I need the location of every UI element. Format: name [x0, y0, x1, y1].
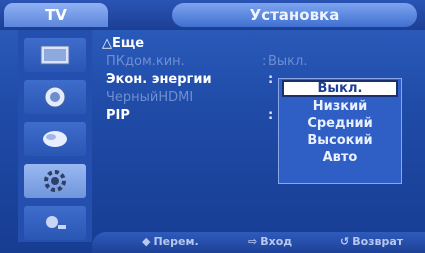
pc-home-label: ПКдом.кин. — [106, 54, 185, 69]
black-hdmi-item[interactable]: ЧерныйHDMI — [106, 90, 193, 105]
move-hint-label: Перем. — [153, 235, 199, 248]
picture-icon — [40, 45, 70, 65]
option-off[interactable]: Выкл. — [282, 80, 398, 97]
sidebar-item-sound[interactable] — [24, 80, 86, 114]
menu-title-label: Установка — [249, 6, 340, 24]
pip-colon: : — [268, 108, 274, 123]
tv-tab-label: TV — [45, 6, 67, 24]
footer-hints: ◆ Перем. ⇨ Вход ↺ Возврат — [92, 232, 425, 253]
sidebar — [18, 30, 92, 242]
return-hint-label: Возврат — [352, 235, 404, 248]
sidebar-item-setup[interactable] — [24, 164, 86, 198]
energy-saving-label: Экон. энергии — [106, 72, 212, 87]
up-triangle-icon: △ — [102, 36, 112, 51]
move-icon: ◆ — [142, 235, 151, 248]
sound-icon — [44, 86, 66, 108]
input-icon — [46, 216, 66, 229]
option-auto[interactable]: Авто — [279, 149, 401, 166]
menu-title: Установка — [172, 3, 417, 27]
pip-item[interactable]: PIP — [106, 108, 130, 123]
tv-tab[interactable]: TV — [4, 3, 108, 27]
move-hint: ◆ Перем. — [142, 235, 199, 248]
pc-home-item[interactable]: ПКдом.кин. — [106, 54, 185, 69]
channel-icon — [43, 131, 67, 147]
pip-label: PIP — [106, 108, 130, 123]
pc-home-colon: : — [262, 54, 267, 69]
enter-icon: ⇨ — [248, 235, 258, 248]
sidebar-item-channel[interactable] — [24, 122, 86, 156]
more-item[interactable]: △Еще — [102, 36, 144, 51]
more-label: Еще — [112, 36, 145, 51]
energy-saving-item[interactable]: Экон. энергии — [106, 72, 212, 87]
enter-hint: ⇨ Вход — [248, 235, 292, 248]
setup-icon — [44, 170, 66, 192]
option-medium[interactable]: Средний — [279, 115, 401, 132]
energy-saving-colon: : — [268, 72, 274, 87]
tv-osd-screen: TV Установка △Еще ПКдом.кин.: Выкл. Эко… — [0, 0, 425, 253]
option-high[interactable]: Высокий — [279, 132, 401, 149]
option-low[interactable]: Низкий — [279, 98, 401, 115]
top-bar: TV Установка — [0, 0, 425, 30]
pc-home-value: Выкл. — [268, 54, 308, 69]
return-icon: ↺ — [340, 235, 350, 248]
return-hint: ↺ Возврат — [340, 235, 403, 248]
sidebar-item-picture[interactable] — [24, 38, 86, 72]
sidebar-item-input[interactable] — [24, 206, 86, 240]
black-hdmi-label: ЧерныйHDMI — [106, 90, 194, 105]
energy-saving-dropdown[interactable]: Выкл. Низкий Средний Высокий Авто — [278, 78, 402, 184]
enter-hint-label: Вход — [260, 235, 293, 248]
